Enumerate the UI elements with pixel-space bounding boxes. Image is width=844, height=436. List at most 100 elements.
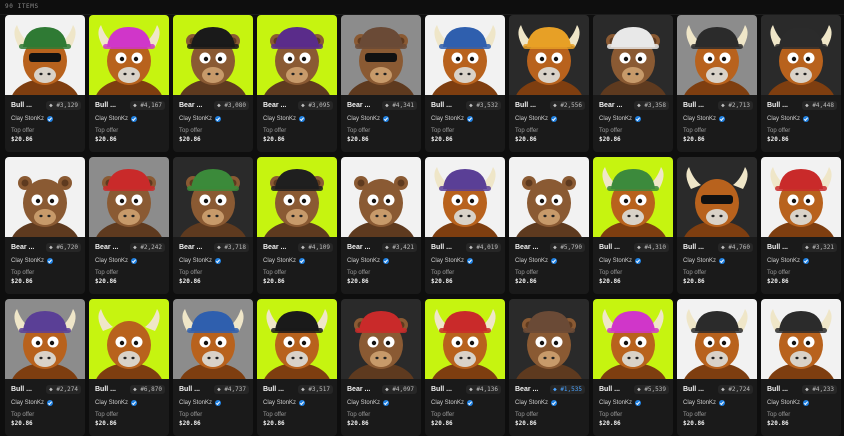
item-name[interactable]: Bull ... bbox=[683, 386, 704, 393]
item-name[interactable]: Bull ... bbox=[599, 386, 620, 393]
nft-card[interactable]: Bull ... ◆ #3,321 Clay StonKz Top offer $20.… bbox=[761, 157, 841, 294]
bear-artwork-image[interactable] bbox=[341, 157, 421, 237]
bull-artwork-image[interactable] bbox=[593, 299, 673, 379]
bear-artwork-image[interactable] bbox=[509, 157, 589, 237]
bull-artwork-image[interactable] bbox=[89, 299, 169, 379]
nft-card[interactable]: Bull ... ◆ #4,233 Clay StonKz Top offer $20.… bbox=[761, 299, 841, 436]
item-name[interactable]: Bull ... bbox=[767, 244, 788, 251]
bear-artwork-image[interactable] bbox=[257, 15, 337, 95]
creator-name[interactable]: Clay StonKz bbox=[683, 116, 716, 122]
nft-card[interactable]: Bull ... ◆ #5,539 Clay StonKz Top offer $20.… bbox=[593, 299, 673, 436]
creator-name[interactable]: Clay StonKz bbox=[767, 400, 800, 406]
nft-card[interactable]: Bull ... ◆ #4,136 Clay StonKz Top offer $20.… bbox=[425, 299, 505, 436]
nft-card[interactable]: Bull ... ◆ #4,167 Clay StonKz Top offer $20.… bbox=[89, 15, 169, 152]
creator-name[interactable]: Clay StonKz bbox=[515, 400, 548, 406]
nft-card[interactable]: Bull ... ◆ #2,724 Clay StonKz Top offer $20.… bbox=[677, 299, 757, 436]
bull-artwork-image[interactable] bbox=[761, 157, 841, 237]
bull-artwork-image[interactable] bbox=[5, 299, 85, 379]
creator-name[interactable]: Clay StonKz bbox=[347, 116, 380, 122]
item-name[interactable]: Bull ... bbox=[431, 244, 452, 251]
nft-card[interactable]: Bear ... ◆ #3,095 Clay StonKz Top offer $20.… bbox=[257, 15, 337, 152]
bull-artwork-image[interactable] bbox=[425, 15, 505, 95]
nft-card[interactable]: Bear ... ◆ #3,421 Clay StonKz Top offer $20.… bbox=[341, 157, 421, 294]
nft-card[interactable]: Bull ... ◆ #3,517 Clay StonKz Top offer $20.… bbox=[257, 299, 337, 436]
nft-card[interactable]: Bear ... ◆ #6,720 Clay StonKz Top offer $20.… bbox=[5, 157, 85, 294]
creator-name[interactable]: Clay StonKz bbox=[263, 258, 296, 264]
nft-card[interactable]: Bear ... ◆ #3,718 Clay StonKz Top offer $20.… bbox=[173, 157, 253, 294]
creator-name[interactable]: Clay StonKz bbox=[347, 258, 380, 264]
item-name[interactable]: Bull ... bbox=[95, 102, 116, 109]
creator-name[interactable]: Clay StonKz bbox=[431, 258, 464, 264]
nft-card[interactable]: Bull ... ◆ #2,713 Clay StonKz Top offer $20.… bbox=[677, 15, 757, 152]
item-name[interactable]: Bear ... bbox=[515, 244, 538, 251]
creator-name[interactable]: Clay StonKz bbox=[515, 258, 548, 264]
item-name[interactable]: Bear ... bbox=[11, 244, 34, 251]
creator-name[interactable]: Clay StonKz bbox=[95, 400, 128, 406]
nft-card[interactable]: Bull ... ◆ #4,448 Clay StonKz Top offer $20.… bbox=[761, 15, 841, 152]
bull-artwork-image[interactable] bbox=[5, 15, 85, 95]
nft-card[interactable]: Bull ... ◆ #4,019 Clay StonKz Top offer $20.… bbox=[425, 157, 505, 294]
bull-artwork-image[interactable] bbox=[257, 299, 337, 379]
creator-name[interactable]: Clay StonKz bbox=[179, 116, 212, 122]
bull-artwork-image[interactable] bbox=[593, 157, 673, 237]
item-name[interactable]: Bear ... bbox=[347, 102, 370, 109]
item-name[interactable]: Bull ... bbox=[599, 244, 620, 251]
nft-card[interactable]: Bull ... ◆ #3,532 Clay StonKz Top offer $20.… bbox=[425, 15, 505, 152]
bear-artwork-image[interactable] bbox=[5, 157, 85, 237]
item-name[interactable]: Bear ... bbox=[263, 244, 286, 251]
item-name[interactable]: Bear ... bbox=[347, 386, 370, 393]
bear-artwork-image[interactable] bbox=[509, 299, 589, 379]
creator-name[interactable]: Clay StonKz bbox=[263, 400, 296, 406]
bull-artwork-image[interactable] bbox=[173, 299, 253, 379]
creator-name[interactable]: Clay StonKz bbox=[599, 400, 632, 406]
bull-artwork-image[interactable] bbox=[425, 157, 505, 237]
bear-artwork-image[interactable] bbox=[173, 15, 253, 95]
creator-name[interactable]: Clay StonKz bbox=[683, 258, 716, 264]
nft-card[interactable]: Bear ... ◆ #3,080 Clay StonKz Top offer $20.… bbox=[173, 15, 253, 152]
item-name[interactable]: Bull ... bbox=[11, 386, 32, 393]
bear-artwork-image[interactable] bbox=[341, 299, 421, 379]
creator-name[interactable]: Clay StonKz bbox=[767, 258, 800, 264]
bull-artwork-image[interactable] bbox=[677, 15, 757, 95]
creator-name[interactable]: Clay StonKz bbox=[431, 116, 464, 122]
nft-card[interactable]: Bear ... ◆ #3,358 Clay StonKz Top offer $20.… bbox=[593, 15, 673, 152]
nft-card[interactable]: Bull ... ◆ #4,737 Clay StonKz Top offer $20.… bbox=[173, 299, 253, 436]
creator-name[interactable]: Clay StonKz bbox=[179, 258, 212, 264]
item-name[interactable]: Bull ... bbox=[431, 102, 452, 109]
nft-card[interactable]: Bear ... ◆ #4,097 Clay StonKz Top offer $20.… bbox=[341, 299, 421, 436]
item-name[interactable]: Bull ... bbox=[683, 102, 704, 109]
item-name[interactable]: Bull ... bbox=[95, 386, 116, 393]
item-name[interactable]: Bear ... bbox=[263, 102, 286, 109]
creator-name[interactable]: Clay StonKz bbox=[683, 400, 716, 406]
bull-artwork-image[interactable] bbox=[677, 157, 757, 237]
bear-artwork-image[interactable] bbox=[257, 157, 337, 237]
creator-name[interactable]: Clay StonKz bbox=[599, 258, 632, 264]
nft-card[interactable]: Bull ... ◆ #4,310 Clay StonKz Top offer $20.… bbox=[593, 157, 673, 294]
nft-card[interactable]: Bear ... ◆ #5,790 Clay StonKz Top offer $20.… bbox=[509, 157, 589, 294]
item-name[interactable]: Bull ... bbox=[263, 386, 284, 393]
item-name[interactable]: Bull ... bbox=[431, 386, 452, 393]
item-name[interactable]: Bear ... bbox=[515, 386, 538, 393]
creator-name[interactable]: Clay StonKz bbox=[263, 116, 296, 122]
bull-artwork-image[interactable] bbox=[509, 15, 589, 95]
creator-name[interactable]: Clay StonKz bbox=[95, 258, 128, 264]
bear-artwork-image[interactable] bbox=[173, 157, 253, 237]
item-name[interactable]: Bull ... bbox=[767, 102, 788, 109]
item-name[interactable]: Bull ... bbox=[179, 386, 200, 393]
bull-artwork-image[interactable] bbox=[761, 299, 841, 379]
bear-artwork-image[interactable] bbox=[89, 157, 169, 237]
bear-artwork-image[interactable] bbox=[341, 15, 421, 95]
item-name[interactable]: Bear ... bbox=[599, 102, 622, 109]
creator-name[interactable]: Clay StonKz bbox=[599, 116, 632, 122]
nft-card[interactable]: Bull ... ◆ #2,556 Clay StonKz Top offer $20.… bbox=[509, 15, 589, 152]
item-name[interactable]: Bear ... bbox=[179, 102, 202, 109]
item-name[interactable]: Bear ... bbox=[95, 244, 118, 251]
nft-card[interactable]: Bull ... ◆ #6,870 Clay StonKz Top offer $20.… bbox=[89, 299, 169, 436]
bull-artwork-image[interactable] bbox=[425, 299, 505, 379]
creator-name[interactable]: Clay StonKz bbox=[179, 400, 212, 406]
creator-name[interactable]: Clay StonKz bbox=[11, 258, 44, 264]
creator-name[interactable]: Clay StonKz bbox=[515, 116, 548, 122]
nft-card[interactable]: Bull ... ◆ #2,274 Clay StonKz Top offer $20.… bbox=[5, 299, 85, 436]
item-name[interactable]: Bull ... bbox=[515, 102, 536, 109]
item-name[interactable]: Bull ... bbox=[767, 386, 788, 393]
